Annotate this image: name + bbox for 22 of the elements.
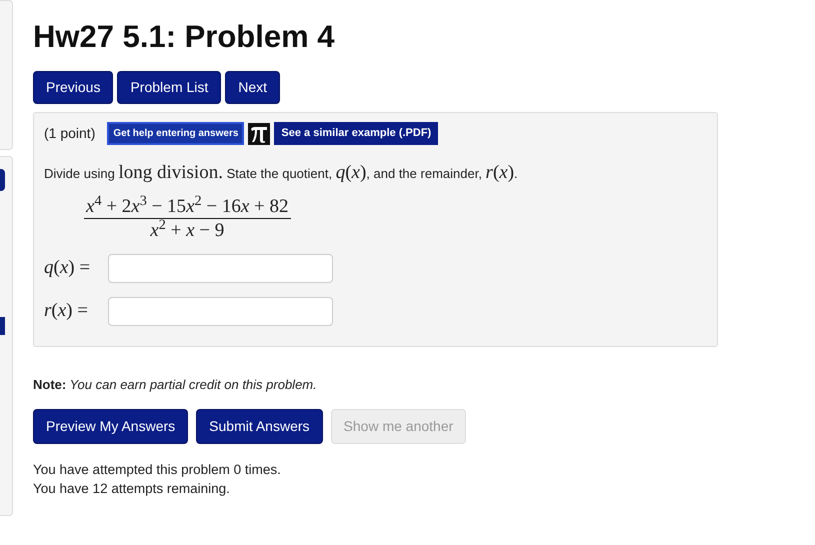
problem-statement: Divide using long division. State the quotient, q(x), and the remainder, r(x). [44, 161, 519, 186]
points-label: (1 point) [44, 124, 96, 144]
pi-icon[interactable] [248, 122, 270, 145]
help-link[interactable]: Get help entering answers [107, 122, 244, 146]
nav-button[interactable]: Next [225, 71, 280, 104]
action-button[interactable]: Preview My Answers [33, 408, 188, 444]
attempts-text: You have 12 attempts remaining. [33, 480, 231, 498]
sidebar-marker [0, 169, 5, 191]
answer-label: q(x) = [44, 256, 92, 280]
action-button[interactable]: Submit Answers [196, 408, 323, 444]
nav-button[interactable]: Problem List [117, 71, 222, 104]
answer-field[interactable] [108, 254, 333, 284]
page-title: Hw27 5.1: Problem 4 [33, 18, 336, 56]
nav-button[interactable]: Previous [33, 71, 114, 104]
example-link[interactable]: See a similar example (.PDF) [274, 122, 438, 145]
sidebar-marker [0, 317, 5, 335]
answer-field[interactable] [108, 297, 333, 326]
answer-label: r(x) = [44, 299, 89, 324]
fraction-denominator: x$^{2}$ + x − 9 [150, 219, 224, 244]
attempts-text: You have attempted this problem 0 times. [33, 460, 282, 479]
note-text: Note: You can earn partial credit on this problem. [33, 376, 318, 394]
fraction-numerator: x$^{4}$ + 2x$^{3}$ − 15x$^{2}$ − 16x + 82 [84, 196, 290, 220]
